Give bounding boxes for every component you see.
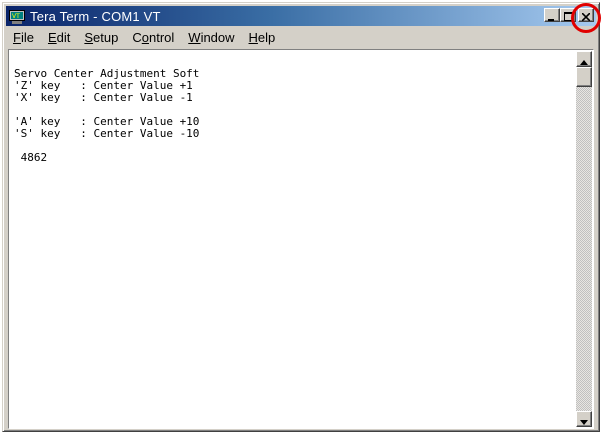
title-bar[interactable]: VT Tera Term - COM1 VT xyxy=(6,6,596,26)
terminal-output[interactable]: Servo Center Adjustment Soft 'Z' key : C… xyxy=(10,51,576,427)
close-icon xyxy=(581,6,591,25)
scroll-up-button[interactable] xyxy=(576,51,592,67)
tera-term-window: VT Tera Term - COM1 VT File Edit Setup C… xyxy=(2,2,601,432)
scroll-down-button[interactable] xyxy=(576,411,592,427)
menu-file[interactable]: File xyxy=(6,28,41,47)
minimize-icon xyxy=(548,6,556,25)
minimize-button[interactable] xyxy=(544,8,560,22)
svg-text:VT: VT xyxy=(12,13,20,20)
terminal-pane: Servo Center Adjustment Soft 'Z' key : C… xyxy=(8,49,594,429)
scroll-down-arrow-icon xyxy=(580,410,588,429)
maximize-button[interactable] xyxy=(560,8,576,22)
terminal-line: 'X' key : Center Value -1 xyxy=(14,91,193,104)
maximize-icon xyxy=(563,6,573,25)
scroll-up-arrow-icon xyxy=(580,50,588,69)
window-title: Tera Term - COM1 VT xyxy=(30,8,161,24)
menu-window[interactable]: Window xyxy=(181,28,241,47)
scroll-thumb[interactable] xyxy=(576,67,592,87)
vertical-scrollbar[interactable] xyxy=(576,51,592,427)
terminal-line: 'S' key : Center Value -10 xyxy=(14,127,200,140)
tera-term-icon[interactable]: VT xyxy=(9,9,25,24)
menu-control[interactable]: Control xyxy=(125,28,181,47)
menu-setup[interactable]: Setup xyxy=(77,28,125,47)
menu-edit[interactable]: Edit xyxy=(41,28,77,47)
close-button[interactable] xyxy=(578,8,594,22)
menu-bar: File Edit Setup Control Window Help xyxy=(6,28,596,47)
terminal-line: 4862 xyxy=(14,151,48,164)
menu-help[interactable]: Help xyxy=(242,28,283,47)
